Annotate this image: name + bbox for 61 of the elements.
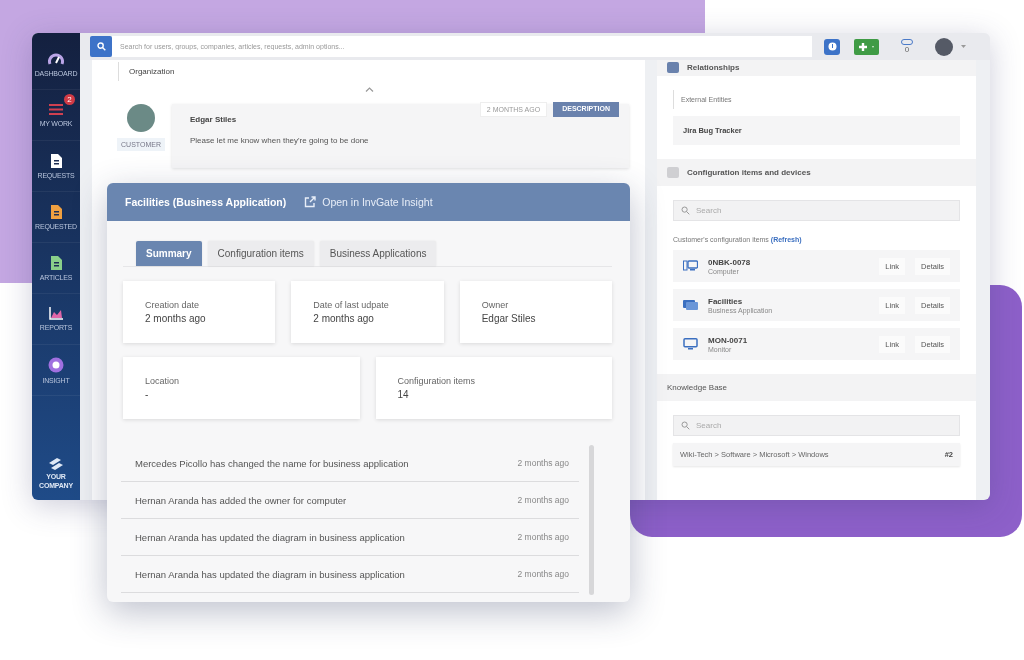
item-name: 0NBK-0078 (708, 257, 752, 267)
comment-text: Please let me know when they're going to be done (190, 136, 370, 145)
link-icon[interactable] (901, 39, 913, 45)
search-field[interactable]: Search (673, 200, 960, 221)
info-button[interactable] (824, 38, 840, 55)
field-label: Configuration items (397, 376, 477, 386)
tab[interactable]: Summary (136, 241, 202, 266)
tab[interactable]: Configuration items (207, 241, 314, 266)
activity-time: 2 months ago (517, 532, 569, 542)
activity-time: 2 months ago (517, 458, 569, 468)
section-icon (667, 167, 679, 178)
document-icon[interactable] (50, 255, 62, 270)
card-title: Facilities (Business Application) (125, 196, 287, 208)
avatar[interactable] (935, 37, 953, 56)
activity-time: 2 months ago (517, 569, 569, 579)
notification-count: 0 (904, 45, 910, 54)
field-label: Date of last udpate (313, 300, 390, 310)
field-value: - (145, 389, 150, 400)
section-title: Relationships (687, 62, 740, 72)
section-title: Knowledge Base (667, 383, 728, 392)
search-icon (681, 421, 690, 430)
field-value: 2 months ago (313, 313, 375, 324)
section-icon (667, 61, 679, 73)
circle-logo-icon[interactable] (48, 356, 64, 373)
field-label: Owner (481, 300, 510, 310)
gauge-icon[interactable] (48, 51, 64, 66)
search-field[interactable]: Search (673, 415, 960, 436)
scrollbar[interactable] (589, 445, 594, 595)
document-icon[interactable] (50, 153, 62, 168)
info-icon[interactable] (827, 42, 837, 51)
search-button[interactable] (90, 36, 112, 57)
comment-author: Edgar Stiles (190, 115, 238, 124)
logo-icon (49, 458, 63, 471)
computer-icon (683, 260, 698, 272)
list-icon[interactable] (49, 103, 63, 116)
item-name: MON-0071 (708, 335, 749, 345)
field-value: Edgar Stiles (481, 313, 537, 324)
window-icon (683, 299, 698, 311)
chevron-up-icon[interactable] (365, 87, 374, 92)
field-label: Creation date (145, 300, 201, 310)
search-icon (681, 206, 690, 215)
count-badge: 2 (64, 94, 75, 105)
monitor-icon (683, 338, 698, 350)
activity-time: 2 months ago (517, 495, 569, 505)
field-value: 2 months ago (145, 313, 207, 324)
chart-icon[interactable] (49, 307, 63, 320)
search-icon[interactable] (96, 42, 106, 51)
activity-text: Mercedes Picollo has changed the name for business application (135, 457, 409, 469)
external-link-icon[interactable] (304, 196, 317, 208)
activity-text: Hernan Aranda has updated the diagram in business application (135, 568, 405, 580)
avatar (127, 104, 155, 132)
field-value: 14 (397, 389, 410, 400)
activity-text: Hernan Aranda has added the owner for computer (135, 494, 347, 506)
section-label: Organization (118, 62, 185, 81)
tab[interactable]: Business Applications (319, 241, 437, 266)
document-icon[interactable] (50, 204, 62, 219)
activity-text: Hernan Aranda has updated the diagram in business application (135, 531, 405, 543)
section-title: Configuration items and devices (687, 168, 811, 177)
caret-icon[interactable] (961, 45, 966, 48)
field-label: Location (145, 376, 181, 386)
item-name: Facilities (708, 296, 744, 306)
